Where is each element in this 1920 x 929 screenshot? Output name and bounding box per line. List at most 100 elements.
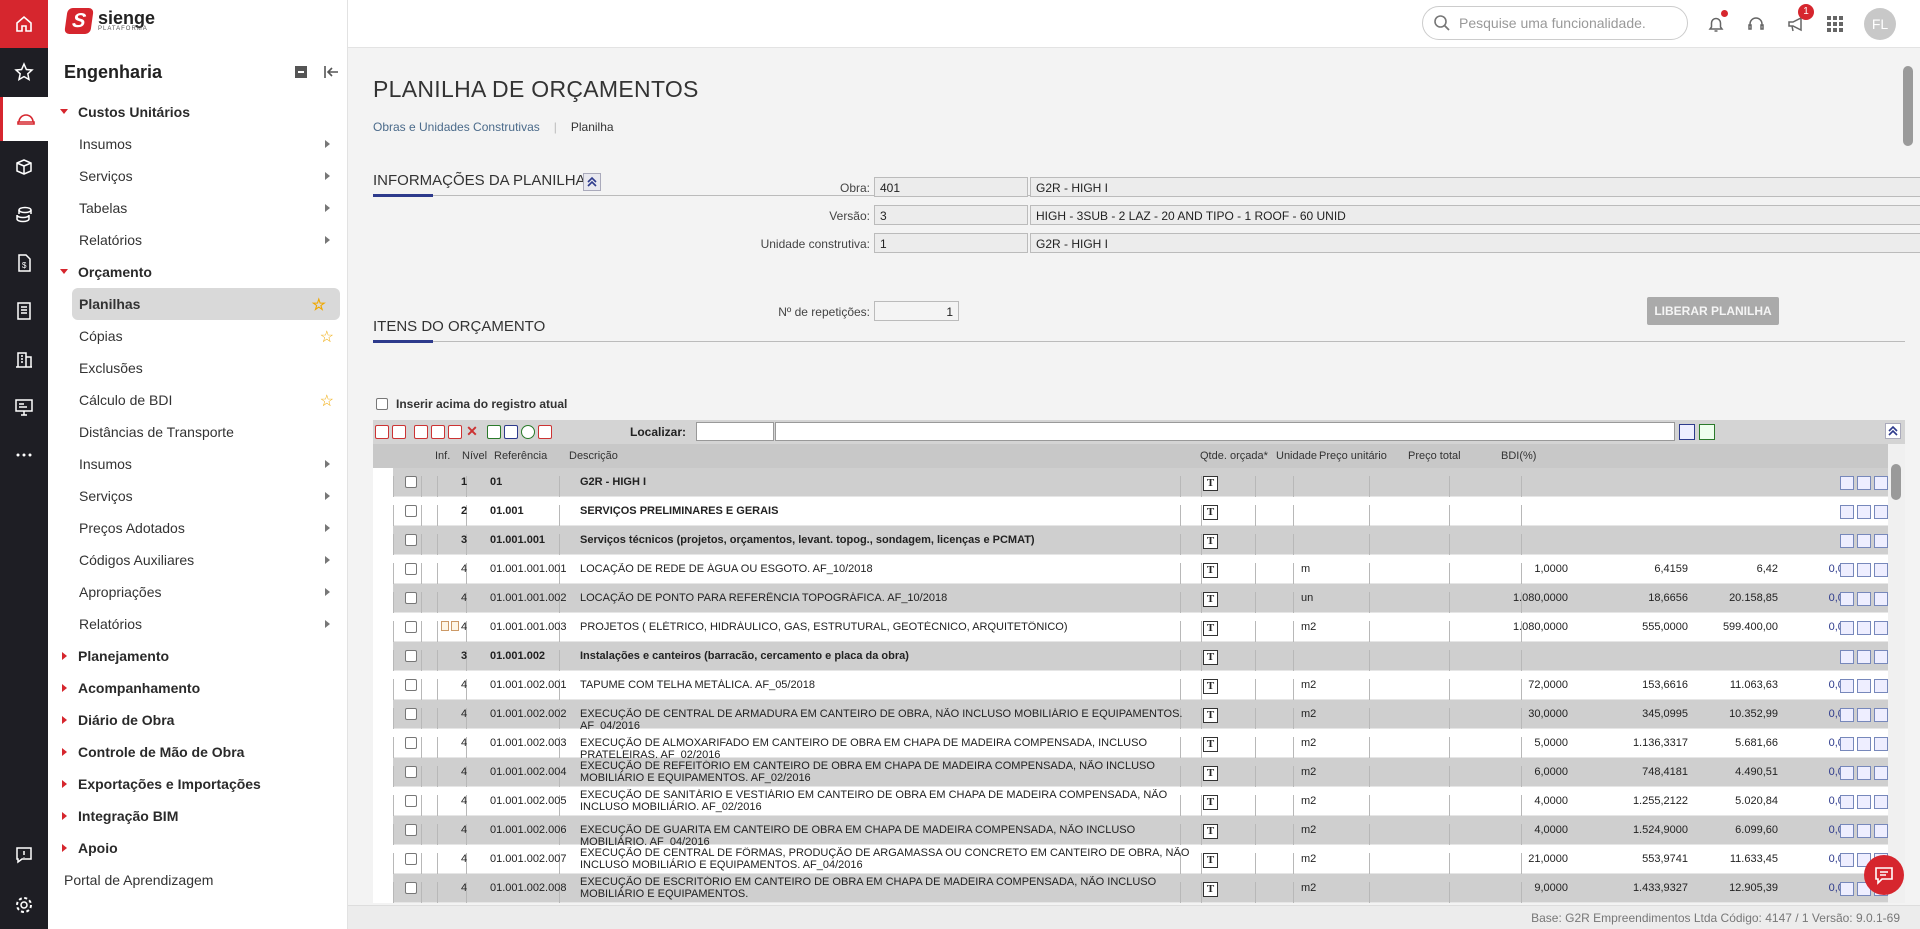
sidebar-item-or-amento[interactable]: Orçamento — [48, 256, 348, 288]
sidebar-item-di-rio-de-obra[interactable]: Diário de Obra — [48, 704, 348, 736]
hide-sidebar-icon[interactable] — [322, 63, 340, 81]
sidebar-item-acompanhamento[interactable]: Acompanhamento — [48, 672, 348, 704]
table-row[interactable]: 4 01.001.002.002 EXECUÇÃO DE CENTRAL DE AR… — [393, 700, 1888, 737]
table-row[interactable]: 4 01.001.002.006 EXECUÇÃO DE GUARITA EM CA… — [393, 816, 1888, 853]
row-checkbox[interactable] — [405, 708, 417, 720]
table-row[interactable]: 4 01.001.002.007 EXECUÇÃO DE CENTRAL DE FÔ… — [393, 845, 1888, 882]
bdi-icon[interactable] — [504, 425, 518, 439]
table-row[interactable]: 4 01.001.002.003 EXECUÇÃO DE ALMOXARIFADO … — [393, 729, 1888, 766]
row-bdi-icon[interactable] — [1840, 795, 1854, 809]
home-icon[interactable] — [0, 0, 48, 48]
row-edit-icon[interactable] — [1874, 563, 1888, 577]
sidebar-item-exclus-es[interactable]: Exclusões — [48, 352, 348, 384]
row-bdi-icon[interactable] — [1840, 853, 1854, 867]
row-bdi-icon[interactable] — [1840, 679, 1854, 693]
row-list-icon[interactable] — [1857, 505, 1871, 519]
row-bdi-icon[interactable] — [1840, 592, 1854, 606]
row-checkbox[interactable] — [405, 737, 417, 749]
table-row[interactable]: 3 01.001.001 Serviços técnicos (projetos, … — [393, 526, 1888, 563]
sidebar-item-controle-de-m-o-de-obra[interactable]: Controle de Mão de Obra — [48, 736, 348, 768]
text-detail-icon[interactable]: T — [1203, 882, 1218, 897]
text-detail-icon[interactable]: T — [1203, 621, 1218, 636]
sidebar-item-apoio[interactable]: Apoio — [48, 832, 348, 864]
swap-icon[interactable] — [538, 425, 552, 439]
settings-icon[interactable] — [0, 883, 48, 927]
monitor-icon[interactable] — [0, 385, 48, 429]
sidebar-item-planilhas[interactable]: Planilhas ☆ — [72, 288, 340, 320]
binoculars-next-icon[interactable] — [1699, 424, 1715, 440]
row-edit-icon[interactable] — [1874, 476, 1888, 490]
sidebar-item-c-lculo-de-bdi[interactable]: Cálculo de BDI ☆ — [48, 384, 348, 416]
row-bdi-icon[interactable] — [1840, 737, 1854, 751]
row-list-icon[interactable] — [1857, 563, 1871, 577]
grid-scrollbar[interactable] — [1888, 444, 1905, 903]
row-checkbox[interactable] — [405, 679, 417, 691]
bell-icon[interactable] — [1704, 10, 1728, 36]
row-checkbox[interactable] — [405, 795, 417, 807]
table-row[interactable]: 4 01.001.001.001 LOCAÇÃO DE REDE DE ÁGUA O… — [393, 555, 1888, 592]
money-icon[interactable] — [521, 425, 535, 439]
row-list-icon[interactable] — [1857, 824, 1871, 838]
table-row[interactable]: 2 01.001 SERVIÇOS PRELIMINARES E GERAIS T — [393, 497, 1888, 534]
more-icon[interactable] — [0, 433, 48, 477]
row-checkbox[interactable] — [405, 505, 417, 517]
collapse-all-icon[interactable] — [292, 63, 310, 81]
table-row[interactable]: 4 01.001.002.004 EXECUÇÃO DE REFEITÓRIO EM… — [393, 758, 1888, 795]
row-bdi-icon[interactable] — [1840, 476, 1854, 490]
avatar[interactable]: FL — [1864, 8, 1896, 40]
row-bdi-icon[interactable] — [1840, 650, 1854, 664]
text-detail-icon[interactable]: T — [1203, 592, 1218, 607]
table-row[interactable]: 4 01.001.001.003 PROJETOS ( ELÉTRICO, HIDR… — [393, 613, 1888, 650]
sidebar-item-relat-rios[interactable]: Relatórios — [48, 224, 348, 256]
row-edit-icon[interactable] — [1874, 766, 1888, 780]
row-bdi-icon[interactable] — [1840, 505, 1854, 519]
box-icon[interactable] — [0, 145, 48, 189]
row-bdi-icon[interactable] — [1840, 824, 1854, 838]
table-row[interactable]: 3 01.001.002 Instalações e canteiros (barr… — [393, 642, 1888, 679]
localizar-field-2[interactable] — [775, 422, 1675, 441]
row-edit-icon[interactable] — [1874, 679, 1888, 693]
info-icons[interactable] — [441, 621, 459, 631]
sidebar-item-pre-os-adotados[interactable]: Preços Adotados — [48, 512, 348, 544]
sidebar-item-c-pias[interactable]: Cópias ☆ — [48, 320, 348, 352]
row-edit-icon[interactable] — [1874, 824, 1888, 838]
feedback-chat-button[interactable] — [1864, 855, 1904, 895]
breadcrumb-obras[interactable]: Obras e Unidades Construtivas — [373, 120, 540, 134]
row-checkbox[interactable] — [405, 824, 417, 836]
row-checkbox[interactable] — [405, 853, 417, 865]
sidebar-item-portal-de-aprendizagem[interactable]: Portal de Aprendizagem — [48, 864, 348, 896]
table-row[interactable]: 4 01.001.002.001 TAPUME COM TELHA METÁLICA… — [393, 671, 1888, 708]
building-icon[interactable] — [0, 337, 48, 381]
sidebar-item-servi-os[interactable]: Serviços — [48, 160, 348, 192]
table-row[interactable]: 4 01.001.002.008 EXECUÇÃO DE ESCRITÓRIO EM… — [393, 874, 1888, 903]
row-list-icon[interactable] — [1857, 650, 1871, 664]
apps-grid-icon[interactable] — [1823, 12, 1847, 36]
copy-icon[interactable] — [431, 425, 445, 439]
text-detail-icon[interactable]: T — [1203, 505, 1218, 520]
text-detail-icon[interactable]: T — [1203, 737, 1218, 752]
sidebar-item-insumos[interactable]: Insumos — [48, 128, 348, 160]
row-bdi-icon[interactable] — [1840, 534, 1854, 548]
chat-icon[interactable] — [0, 833, 48, 877]
row-edit-icon[interactable] — [1874, 505, 1888, 519]
row-edit-icon[interactable] — [1874, 737, 1888, 751]
text-detail-icon[interactable]: T — [1203, 679, 1218, 694]
coins-icon[interactable] — [0, 193, 48, 237]
row-edit-icon[interactable] — [1874, 621, 1888, 635]
text-detail-icon[interactable]: T — [1203, 650, 1218, 665]
text-detail-icon[interactable]: T — [1203, 853, 1218, 868]
sienge-logo[interactable]: S sienge PLATAFORMA — [64, 8, 155, 34]
row-checkbox[interactable] — [405, 650, 417, 662]
row-checkbox[interactable] — [405, 563, 417, 575]
collapse-toolbar-icon[interactable] — [1885, 423, 1901, 439]
favorite-star-icon[interactable]: ☆ — [312, 295, 326, 315]
paste-icon[interactable] — [448, 425, 462, 439]
row-edit-icon[interactable] — [1874, 650, 1888, 664]
save-record-icon[interactable] — [392, 425, 406, 439]
row-list-icon[interactable] — [1857, 795, 1871, 809]
cut-icon[interactable] — [414, 425, 428, 439]
text-detail-icon[interactable]: T — [1203, 824, 1218, 839]
localizar-field-1[interactable] — [696, 422, 774, 441]
row-list-icon[interactable] — [1857, 679, 1871, 693]
row-checkbox[interactable] — [405, 534, 417, 546]
